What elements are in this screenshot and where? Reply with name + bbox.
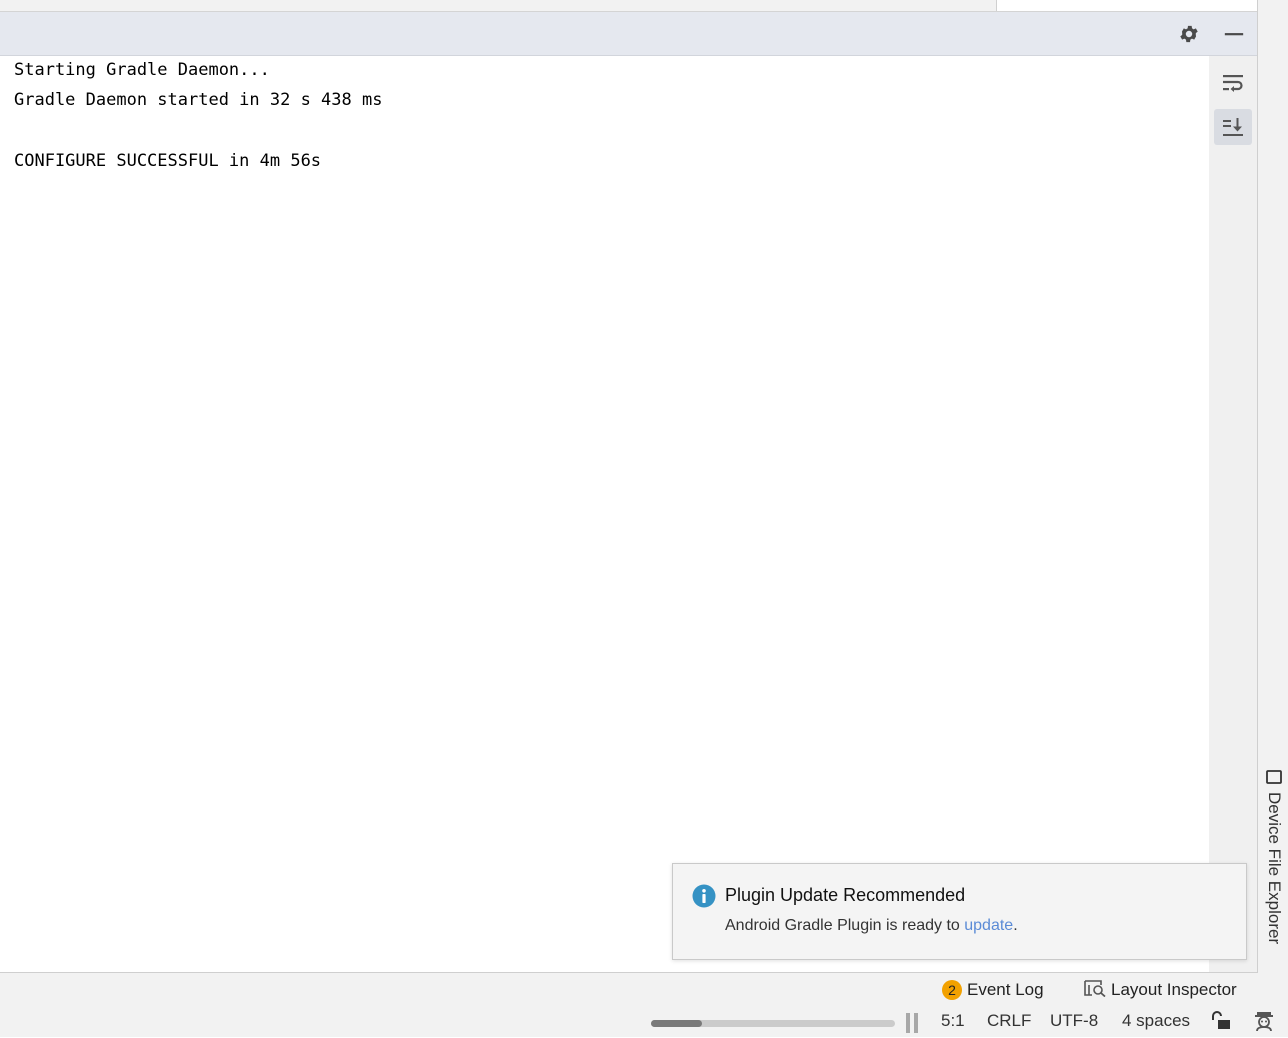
layout-inspector-label: Layout Inspector bbox=[1111, 980, 1237, 999]
line-separator[interactable]: CRLF bbox=[987, 1011, 1031, 1031]
notification-body: Android Gradle Plugin is ready to update… bbox=[725, 917, 1018, 935]
event-log-button[interactable]: 2 Event Log bbox=[942, 979, 1044, 1001]
console-line: Starting Gradle Daemon... bbox=[14, 60, 270, 80]
info-icon bbox=[692, 884, 716, 908]
tool-window-header bbox=[0, 12, 1257, 56]
layout-inspector-button[interactable]: Layout Inspector bbox=[1084, 979, 1237, 1001]
caret-position[interactable]: 5:1 bbox=[941, 1011, 965, 1031]
file-encoding[interactable]: UTF-8 bbox=[1050, 1011, 1098, 1031]
background-task-progress[interactable] bbox=[651, 1020, 895, 1027]
event-log-badge: 2 bbox=[942, 980, 962, 1000]
bottom-tool-bar: 2 Event Log Layout Inspector bbox=[0, 972, 1258, 1008]
notification-title: Plugin Update Recommended bbox=[725, 885, 966, 905]
scroll-to-end-icon[interactable] bbox=[1214, 109, 1252, 145]
minimize-icon[interactable] bbox=[1220, 20, 1248, 48]
pause-icon[interactable] bbox=[906, 1013, 920, 1033]
console-side-toolbar bbox=[1209, 56, 1257, 972]
soft-wrap-icon[interactable] bbox=[1214, 65, 1252, 101]
event-log-label: Event Log bbox=[967, 980, 1044, 999]
notification-body-text: Android Gradle Plugin is ready to bbox=[725, 917, 965, 934]
notification-body-suffix: . bbox=[1013, 917, 1018, 934]
console-line: CONFIGURE SUCCESSFUL in 4m 56s bbox=[14, 151, 322, 171]
editor-split-pane bbox=[996, 0, 1259, 11]
editor-area-edge bbox=[0, 0, 1259, 12]
plugin-update-notification[interactable]: Plugin Update Recommended Android Gradle… bbox=[672, 863, 1247, 960]
update-link[interactable]: update bbox=[964, 917, 1013, 934]
gear-icon[interactable] bbox=[1175, 20, 1203, 48]
hector-icon[interactable] bbox=[1252, 1009, 1276, 1038]
layout-inspector-icon bbox=[1084, 979, 1106, 1002]
unlock-icon[interactable] bbox=[1210, 1010, 1232, 1037]
status-bar: 5:1 CRLF UTF-8 4 spaces bbox=[0, 1007, 1288, 1037]
progress-fill bbox=[651, 1020, 703, 1027]
device-file-explorer-tab[interactable]: Device File Explorer bbox=[1258, 770, 1288, 972]
indent-setting[interactable]: 4 spaces bbox=[1122, 1011, 1190, 1031]
device-icon bbox=[1264, 770, 1284, 786]
console-line: Gradle Daemon started in 32 s 438 ms bbox=[14, 90, 383, 110]
build-output-console[interactable]: Starting Gradle Daemon... Gradle Daemon … bbox=[0, 56, 1209, 972]
device-file-explorer-label: Device File Explorer bbox=[1265, 792, 1284, 945]
